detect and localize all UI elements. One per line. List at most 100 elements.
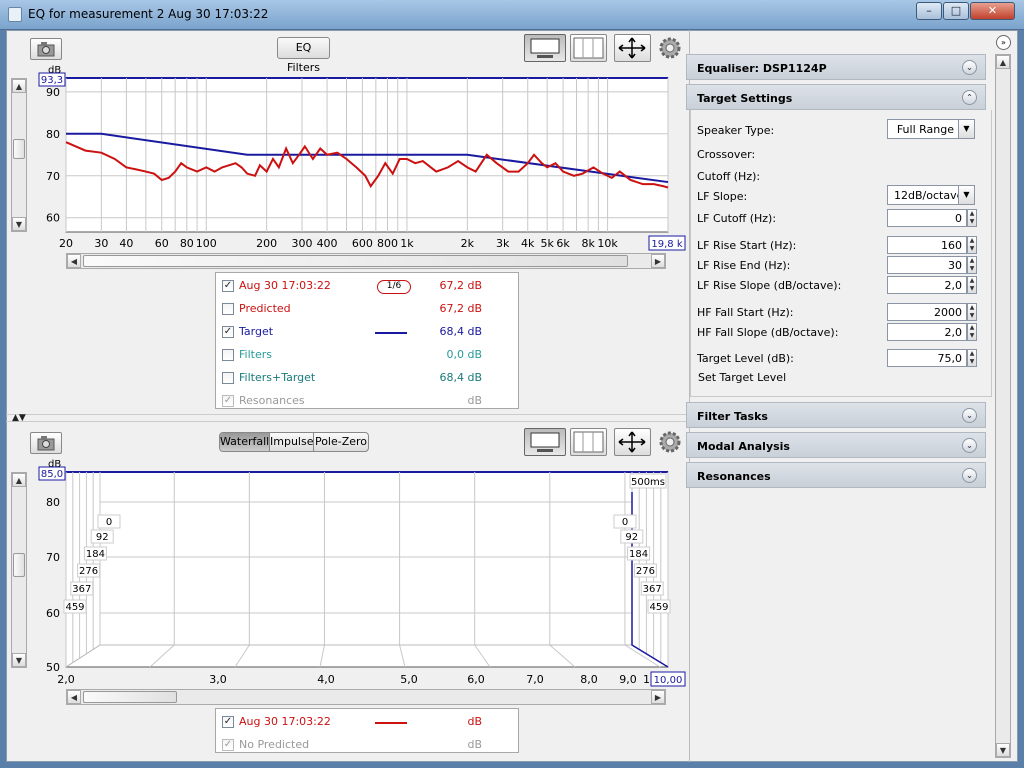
field-input[interactable]: 160 xyxy=(887,236,967,254)
camera-icon[interactable] xyxy=(30,432,62,454)
legend-row[interactable]: Predicted 67,2 dB xyxy=(222,301,512,319)
scroll-right-icon[interactable]: ▶ xyxy=(651,254,665,268)
depth-label-left: 0 xyxy=(106,517,112,528)
y-tick-label: 60 xyxy=(46,212,60,225)
spinner-icon[interactable]: ▲ ▼ xyxy=(967,209,977,227)
scroll-up-icon[interactable]: ▲ xyxy=(996,55,1010,69)
field-combo[interactable]: Full Range ▼ xyxy=(887,119,975,139)
y-max-value: 85,0 xyxy=(41,469,63,480)
x-tick-label: 800 xyxy=(377,237,398,250)
y-tick-label: 80 xyxy=(46,496,60,509)
legend-value: 67,2 dB xyxy=(439,279,482,292)
spinner-icon[interactable]: ▲ ▼ xyxy=(967,256,977,274)
expand-icon[interactable]: ⌄ xyxy=(962,60,977,75)
graph-layout-split-icon[interactable] xyxy=(570,428,607,456)
tab-waterfall[interactable]: Waterfall xyxy=(220,433,270,451)
target-settings-header[interactable]: Target Settings ⌃ xyxy=(686,84,986,110)
spinner-icon[interactable]: ▲ ▼ xyxy=(967,323,977,341)
y-max-value: 93,3 xyxy=(41,75,63,86)
zoom-fit-icon[interactable] xyxy=(614,428,651,456)
legend-row[interactable]: ✓ Aug 30 17:03:22 dB xyxy=(222,714,512,732)
right-panel-vscrollbar[interactable]: ▲ ▼ xyxy=(995,54,1011,758)
expand-icon[interactable]: ⌄ xyxy=(962,468,977,483)
legend-checkbox[interactable]: ✓ xyxy=(222,716,234,728)
equaliser-title: Equaliser: DSP1124P xyxy=(697,62,827,75)
field-input[interactable]: 75,0 xyxy=(887,349,967,367)
legend-row[interactable]: ✓ No Predicted dB xyxy=(222,737,512,755)
field-input[interactable]: 2000 xyxy=(887,303,967,321)
tab-pole-zero[interactable]: Pole-Zero xyxy=(314,433,368,451)
legend-checkbox[interactable]: ✓ xyxy=(222,280,234,292)
chevron-down-icon[interactable]: ▼ xyxy=(958,186,974,204)
legend-checkbox[interactable] xyxy=(222,372,234,384)
spinner-icon[interactable]: ▲ ▼ xyxy=(967,349,977,367)
spinner-icon[interactable]: ▲ ▼ xyxy=(967,236,977,254)
scroll-thumb[interactable] xyxy=(83,691,177,703)
graph-layout-single-icon[interactable] xyxy=(524,428,566,456)
tab-impulse[interactable]: Impulse xyxy=(270,433,314,451)
x-tick-label: 2,0 xyxy=(57,673,75,686)
x-tick-label: 6,0 xyxy=(467,673,485,686)
field-input[interactable]: 2,0 xyxy=(887,323,967,341)
field-input[interactable]: 2,0 xyxy=(887,276,967,294)
legend-checkbox[interactable]: ✓ xyxy=(222,326,234,338)
target-settings-title: Target Settings xyxy=(697,92,793,105)
field-combo[interactable]: 12dB/octave ▼ xyxy=(887,185,975,205)
legend-checkbox[interactable] xyxy=(222,303,234,315)
legend-checkbox: ✓ xyxy=(222,395,234,407)
scroll-left-icon[interactable]: ◀ xyxy=(67,690,81,704)
bottom-graph-hscrollbar[interactable]: ◀ ▶ xyxy=(66,689,666,705)
legend-value: 0,0 dB xyxy=(446,348,482,361)
depth-label-left: 92 xyxy=(96,532,109,543)
spinner-icon[interactable]: ▲ ▼ xyxy=(967,276,977,294)
x-tick-label: 7,0 xyxy=(526,673,544,686)
field-label: LF Rise Slope (dB/octave): xyxy=(697,279,842,292)
gear-icon[interactable] xyxy=(658,430,682,454)
legend-row[interactable]: Filters 0,0 dB xyxy=(222,347,512,365)
x-tick-label: 8k xyxy=(581,237,595,250)
scroll-right-icon[interactable]: ▶ xyxy=(651,690,665,704)
legend-row[interactable]: ✓ Resonances dB xyxy=(222,393,512,411)
legend-row[interactable]: ✓ Target 68,4 dB xyxy=(222,324,512,342)
legend-row[interactable]: Filters+Target 68,4 dB xyxy=(222,370,512,388)
legend-value: dB xyxy=(467,394,482,407)
collapse-icon[interactable]: ⌃ xyxy=(962,90,977,105)
set-target-level-link[interactable]: Set Target Level xyxy=(698,371,786,384)
chevron-down-icon[interactable]: ▼ xyxy=(958,120,974,138)
pane-splitter[interactable]: ▲▼ xyxy=(6,413,686,423)
splitter-arrows-icon[interactable]: ▲▼ xyxy=(12,413,26,423)
x-tick-label: 200 xyxy=(256,237,277,250)
top-graph[interactable]: 90807060dB93,320 30 40 60 80 100 200 300 400 600 8… xyxy=(0,0,700,270)
filter-tasks-title: Filter Tasks xyxy=(697,410,768,423)
maximize-button[interactable]: □ xyxy=(943,2,969,20)
bottom-graph-legend: ✓ Aug 30 17:03:22 dB ✓ No Predicted dB xyxy=(215,708,519,753)
close-button[interactable]: ✕ xyxy=(970,2,1015,20)
expand-icon[interactable]: ⌄ xyxy=(962,438,977,453)
legend-row[interactable]: ✓ Aug 30 17:03:22 1/6 67,2 dB xyxy=(222,278,512,296)
collapse-panel-icon[interactable]: » xyxy=(996,35,1011,50)
legend-value: 68,4 dB xyxy=(439,371,482,384)
x-tick-label: 300 xyxy=(292,237,313,250)
field-label: LF Slope: xyxy=(697,190,748,203)
spinner-icon[interactable]: ▲ ▼ xyxy=(967,303,977,321)
scroll-left-icon[interactable]: ◀ xyxy=(67,254,81,268)
x-tick-label: 5k xyxy=(540,237,554,250)
minimize-button[interactable]: – xyxy=(916,2,942,20)
scroll-down-icon[interactable]: ▼ xyxy=(996,743,1010,757)
modal-analysis-header[interactable]: Modal Analysis ⌄ xyxy=(686,432,986,458)
resonances-header[interactable]: Resonances ⌄ xyxy=(686,462,986,488)
field-input[interactable]: 0 xyxy=(887,209,967,227)
expand-icon[interactable]: ⌄ xyxy=(962,408,977,423)
x-tick-label: 30 xyxy=(94,237,108,250)
x-tick-label: 10k xyxy=(597,237,618,250)
x-tick-label: 3k xyxy=(496,237,510,250)
filter-tasks-header[interactable]: Filter Tasks ⌄ xyxy=(686,402,986,428)
scroll-thumb[interactable] xyxy=(83,255,628,267)
depth-label-left: 276 xyxy=(79,566,98,577)
field-input[interactable]: 30 xyxy=(887,256,967,274)
equaliser-section-header[interactable]: Equaliser: DSP1124P ⌄ xyxy=(686,54,986,80)
top-graph-hscrollbar[interactable]: ◀ ▶ xyxy=(66,253,666,269)
waterfall-graph[interactable]: 80706050dB85,02,0 3,0 4,0 5,0 6,0 7,0 8,0 9,0 10… xyxy=(0,455,700,695)
legend-checkbox[interactable] xyxy=(222,349,234,361)
y-tick-label: 90 xyxy=(46,86,60,99)
